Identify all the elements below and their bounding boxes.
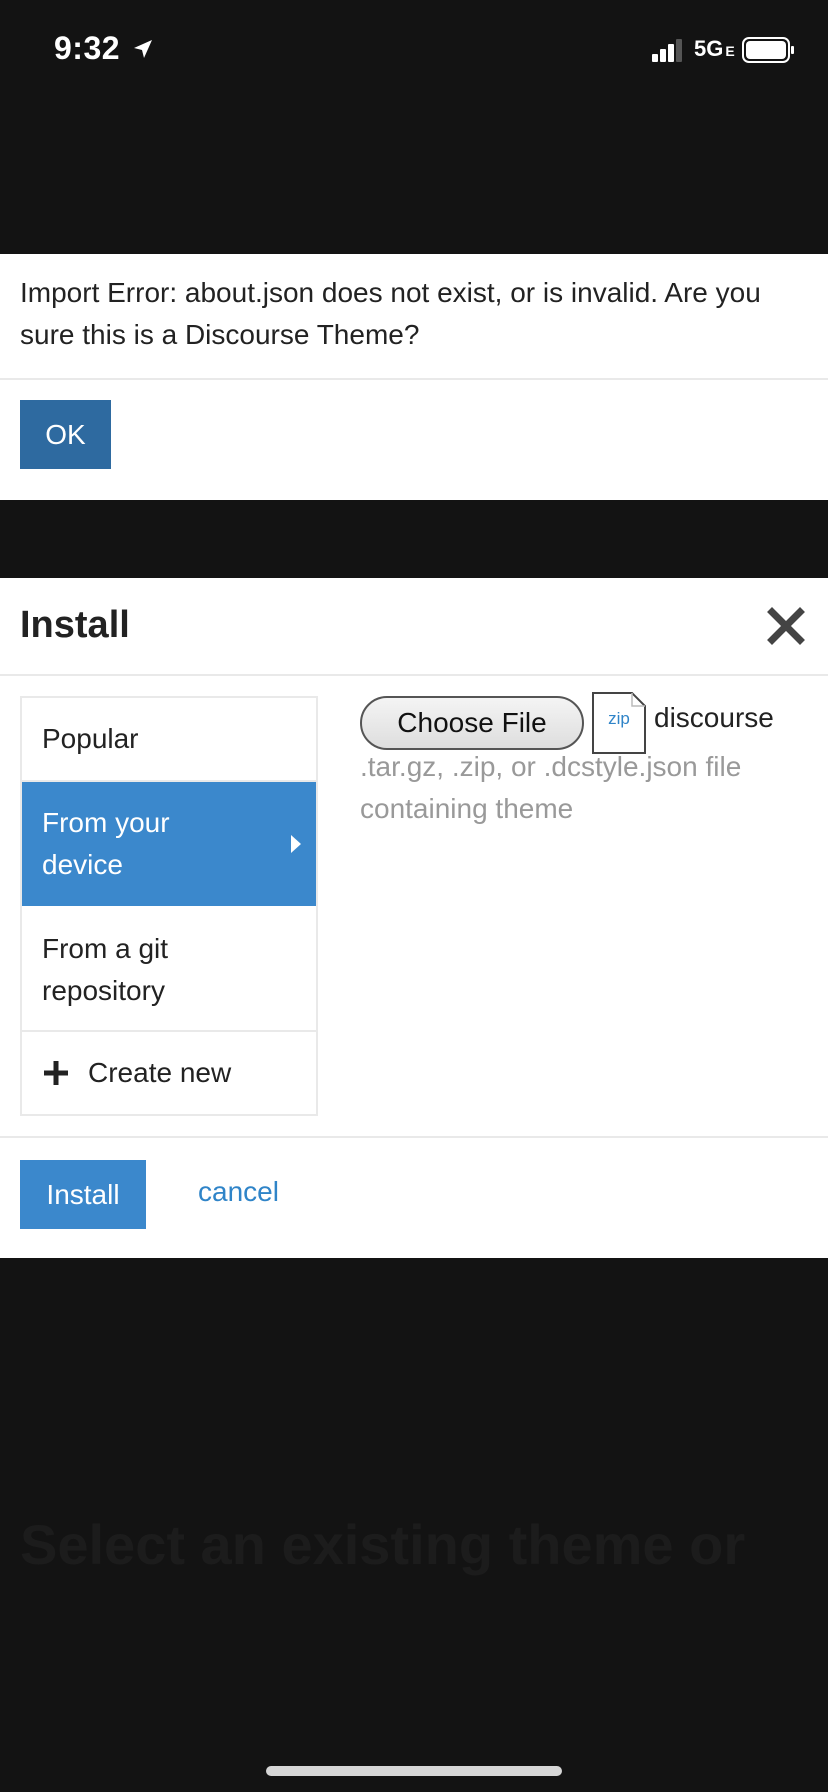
zip-badge-text: zip (608, 709, 630, 728)
nav-item-label: Popular (42, 723, 139, 754)
divider (0, 674, 828, 676)
nav-item-popular[interactable]: Popular (22, 698, 316, 782)
network-label: 5G E (694, 36, 735, 61)
nav-item-label: Create new (88, 1057, 232, 1088)
nav-item-label: From your device (42, 807, 170, 880)
install-modal: Install Popular From your device From a … (0, 578, 828, 1258)
signal-icon (652, 39, 682, 62)
error-message: Import Error: about.json does not exist,… (20, 277, 761, 350)
status-time: 9:32 (54, 30, 121, 66)
location-arrow-icon (134, 40, 152, 58)
nav-item-from-device[interactable]: From your device (22, 782, 316, 906)
close-icon[interactable] (764, 604, 808, 648)
install-source-nav: Popular From your device From a git repo… (20, 696, 318, 1116)
zip-file-icon: zip (592, 692, 646, 754)
nav-item-label: From a git repository (42, 933, 169, 1006)
install-button[interactable]: Install (20, 1160, 146, 1229)
nav-item-create-new[interactable]: Create new (22, 1032, 316, 1114)
choose-file-button[interactable]: Choose File (360, 696, 584, 750)
battery-icon (742, 37, 794, 63)
home-indicator[interactable] (266, 1766, 562, 1776)
modal-title: Install (20, 604, 130, 646)
divider (0, 1136, 828, 1138)
cancel-link[interactable]: cancel (198, 1176, 279, 1208)
divider (0, 378, 828, 380)
plus-icon (44, 1061, 68, 1085)
background-heading: Select an existing theme or (20, 1513, 746, 1576)
status-bar: 9:32 5G E (0, 0, 828, 100)
error-dialog: Import Error: about.json does not exist,… (0, 254, 828, 500)
file-hint: .tar.gz, .zip, or .dcstyle.json file con… (360, 751, 742, 824)
selected-file-name: discourse (654, 702, 774, 733)
nav-item-from-git[interactable]: From a git repository (22, 906, 316, 1032)
ok-button[interactable]: OK (20, 400, 111, 469)
caret-right-icon (291, 835, 301, 853)
